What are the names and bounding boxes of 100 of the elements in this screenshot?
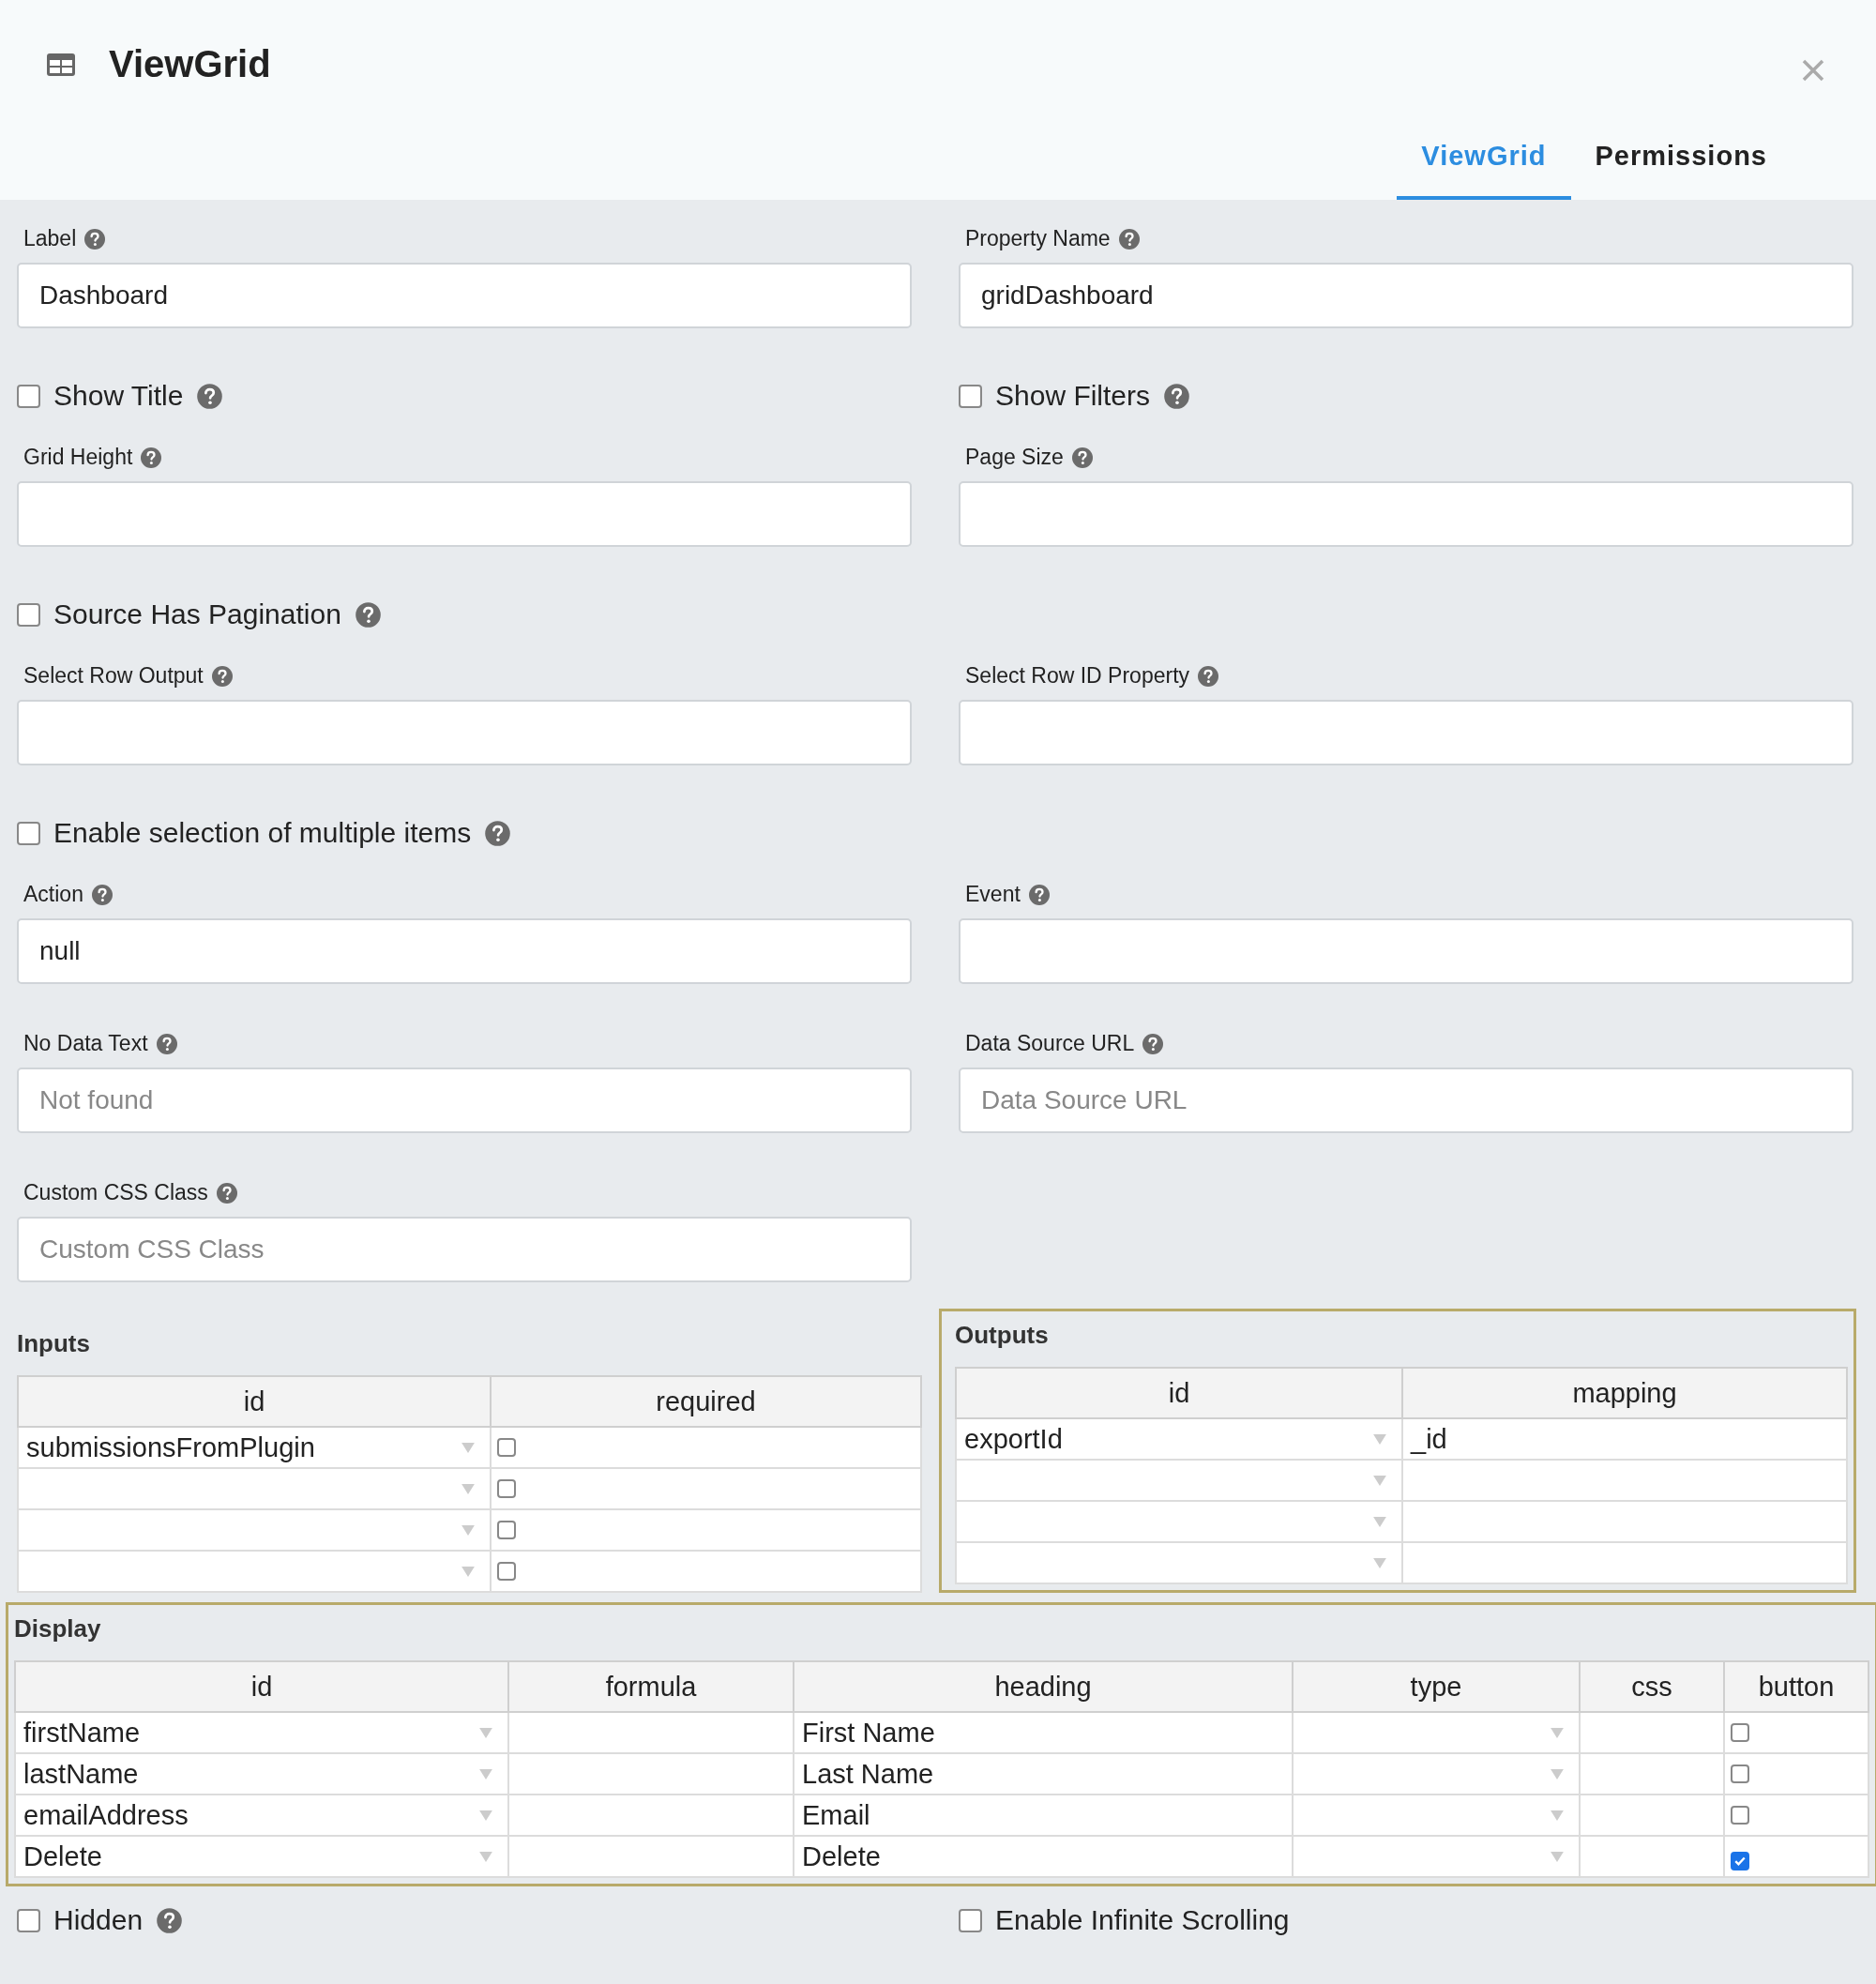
table-cell[interactable]: First Name [794,1712,1293,1753]
column-header: id [18,1376,491,1427]
caret-icon [1373,1558,1386,1568]
input-field[interactable]: Not found [17,1068,912,1133]
checkbox[interactable] [497,1520,516,1539]
input-field[interactable]: Data Source URL [959,1068,1853,1133]
section-title: Outputs [955,1321,1050,1350]
table-cell[interactable] [1580,1836,1724,1877]
column-header: formula [508,1661,794,1712]
dropdown-cell[interactable] [1293,1753,1580,1795]
dropdown-cell[interactable] [1293,1795,1580,1836]
dropdown-cell[interactable] [956,1501,1402,1542]
input-field[interactable]: gridDashboard [959,263,1853,328]
checkbox[interactable] [959,1908,982,1932]
table-cell[interactable]: _id [1402,1418,1847,1460]
table-cell[interactable] [1580,1753,1724,1795]
caret-icon [1373,1476,1386,1486]
dropdown-cell[interactable] [956,1460,1402,1501]
field-label: Select Row ID Property [965,663,1190,689]
table-cell[interactable]: Delete [794,1836,1293,1877]
checkbox-label: Enable selection of multiple items [53,817,472,849]
field-label: Page Size [965,445,1064,470]
dropdown-cell[interactable] [1293,1836,1580,1877]
checkbox-label: Show Filters [995,380,1151,412]
caret-icon [1551,1810,1564,1821]
caret-icon [479,1728,492,1738]
field-label: Event [965,882,1021,907]
input-field[interactable]: Dashboard [17,263,912,328]
caret-icon [1551,1728,1564,1738]
dropdown-cell[interactable]: submissionsFromPlugin [18,1427,491,1468]
table-cell[interactable] [508,1753,794,1795]
checkbox[interactable] [497,1437,516,1457]
caret-icon [461,1525,475,1536]
dropdown-cell[interactable] [18,1551,491,1592]
table-cell[interactable] [508,1795,794,1836]
table-cell[interactable] [1402,1501,1847,1542]
checkbox[interactable] [17,821,40,845]
dialog-title: ViewGrid [109,43,271,85]
tab[interactable]: Permissions [1570,141,1792,200]
input-field[interactable]: null [17,918,912,984]
checkbox[interactable] [17,384,40,408]
input-field[interactable] [959,700,1853,765]
checkbox[interactable] [17,1908,40,1932]
column-header: id [956,1368,1402,1418]
input-field[interactable] [17,700,912,765]
caret-icon [479,1810,492,1821]
table-cell[interactable]: Email [794,1795,1293,1836]
table-cell[interactable] [1402,1460,1847,1501]
field-label: Custom CSS Class [23,1180,208,1205]
checkmark-icon [1734,1855,1746,1866]
dropdown-cell[interactable]: exportId [956,1418,1402,1460]
table-cell[interactable] [508,1836,794,1877]
close-icon[interactable] [1802,58,1824,82]
dropdown-cell[interactable]: lastName [15,1753,508,1795]
caret-icon [479,1852,492,1862]
field-label: Property Name [965,226,1111,251]
column-header: required [491,1376,921,1427]
caret-icon [461,1567,475,1577]
input-field[interactable] [959,481,1853,547]
field-label: Label [23,226,77,251]
checkbox[interactable] [497,1478,516,1498]
checkbox-label: Hidden [53,1904,144,1936]
table-cell[interactable] [508,1712,794,1753]
dropdown-cell[interactable]: firstName [15,1712,508,1753]
section-title: Inputs [17,1329,91,1358]
dropdown-cell[interactable] [956,1542,1402,1583]
input-field[interactable] [17,481,912,547]
field-label: Action [23,882,83,907]
field-label: Grid Height [23,445,133,470]
field-label: No Data Text [23,1031,148,1056]
grid-icon [47,53,75,76]
column-header: type [1293,1661,1580,1712]
column-header: id [15,1661,508,1712]
input-field[interactable] [959,918,1853,984]
column-header: mapping [1402,1368,1847,1418]
checkbox-label: Source Has Pagination [53,598,341,630]
caret-icon [1551,1769,1564,1780]
table-cell[interactable] [1580,1712,1724,1753]
checkbox-label: Show Title [53,380,184,412]
checkbox[interactable] [1731,1805,1749,1825]
checkbox[interactable] [1731,1851,1749,1870]
checkbox[interactable] [1731,1722,1749,1742]
dropdown-cell[interactable]: Delete [15,1836,508,1877]
dropdown-cell[interactable] [18,1509,491,1551]
field-label: Select Row Output [23,663,204,689]
caret-icon [1373,1434,1386,1445]
dropdown-cell[interactable]: emailAddress [15,1795,508,1836]
table-cell[interactable] [1580,1795,1724,1836]
caret-icon [1373,1517,1386,1527]
table-cell[interactable]: Last Name [794,1753,1293,1795]
dropdown-cell[interactable] [18,1468,491,1509]
section-title: Display [14,1614,102,1643]
column-header: css [1580,1661,1724,1712]
checkbox[interactable] [17,602,40,627]
table-cell[interactable] [1402,1542,1847,1583]
checkbox[interactable] [497,1561,516,1581]
checkbox[interactable] [959,384,982,408]
dropdown-cell[interactable] [1293,1712,1580,1753]
input-field[interactable]: Custom CSS Class [17,1217,912,1282]
checkbox[interactable] [1731,1764,1749,1783]
